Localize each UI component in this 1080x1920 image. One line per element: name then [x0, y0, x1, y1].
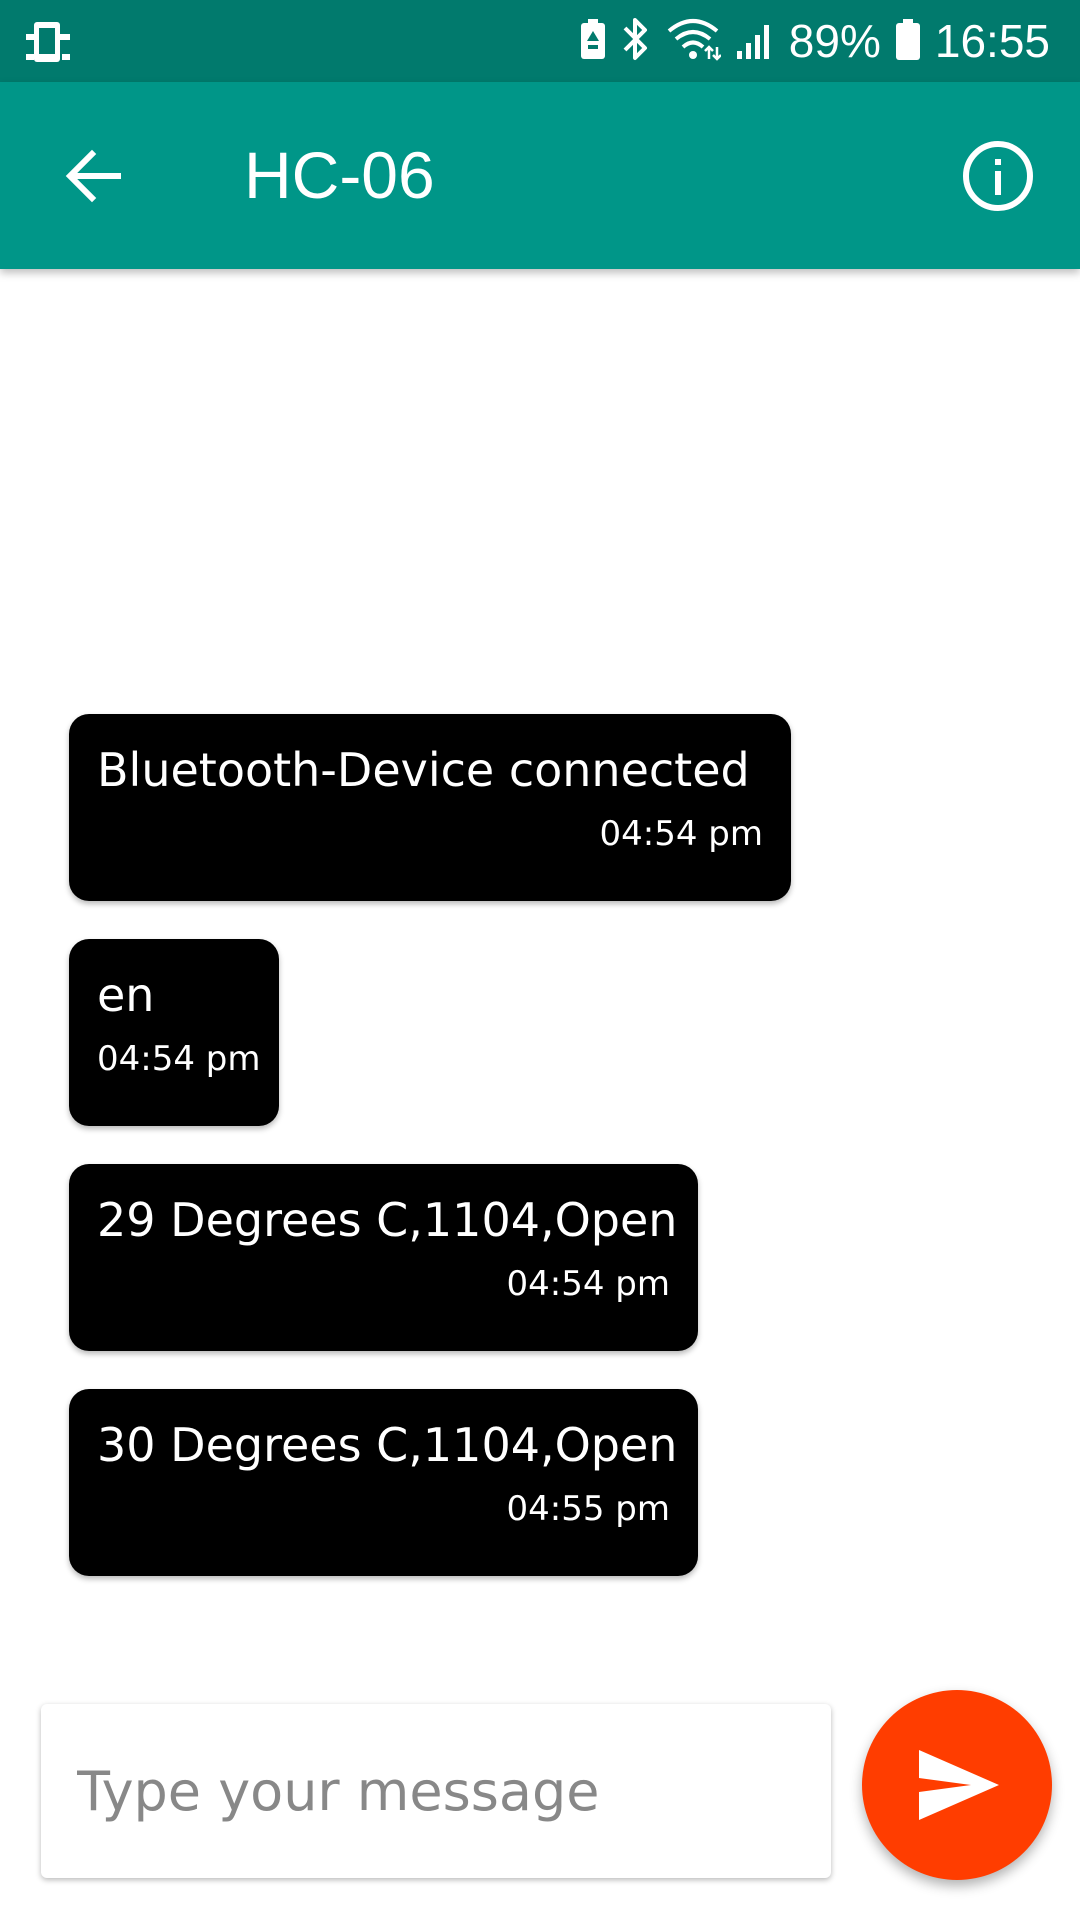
status-bar: 89% 16:55 — [0, 0, 1080, 82]
message-time: 04:55 pm — [506, 1489, 671, 1529]
battery-icon — [895, 17, 921, 65]
message-text: 29 Degrees C,1104,Open — [97, 1193, 678, 1247]
battery-saver-icon — [579, 17, 607, 65]
message-input-container — [41, 1704, 831, 1878]
send-icon — [919, 1750, 999, 1820]
app-bar: HC-06 — [0, 82, 1080, 269]
message-text: 30 Degrees C,1104,Open — [97, 1418, 678, 1472]
message-bubble: Bluetooth-Device connected 04:54 pm — [69, 714, 791, 901]
back-button[interactable] — [56, 138, 132, 214]
bluetooth-icon — [621, 16, 651, 66]
message-bubble: en 04:54 pm — [69, 939, 279, 1126]
message-time: 04:54 pm — [599, 814, 764, 854]
message-text: en — [97, 968, 155, 1022]
message-time: 04:54 pm — [506, 1264, 671, 1304]
arrow-back-icon — [65, 149, 121, 203]
send-button[interactable] — [862, 1690, 1052, 1880]
message-input[interactable] — [41, 1704, 831, 1878]
wifi-icon — [665, 17, 722, 65]
info-icon — [963, 141, 1033, 211]
message-time: 04:54 pm — [97, 1039, 261, 1079]
info-button[interactable] — [960, 138, 1036, 214]
device-icon — [24, 20, 72, 64]
message-bubble: 30 Degrees C,1104,Open 04:55 pm — [69, 1389, 698, 1576]
page-title: HC-06 — [244, 138, 435, 212]
message-bubble: 29 Degrees C,1104,Open 04:54 pm — [69, 1164, 698, 1351]
message-text: Bluetooth-Device connected — [97, 743, 750, 797]
signal-icon — [735, 17, 775, 65]
status-time: 16:55 — [934, 15, 1050, 67]
battery-percent: 89% — [788, 15, 881, 67]
